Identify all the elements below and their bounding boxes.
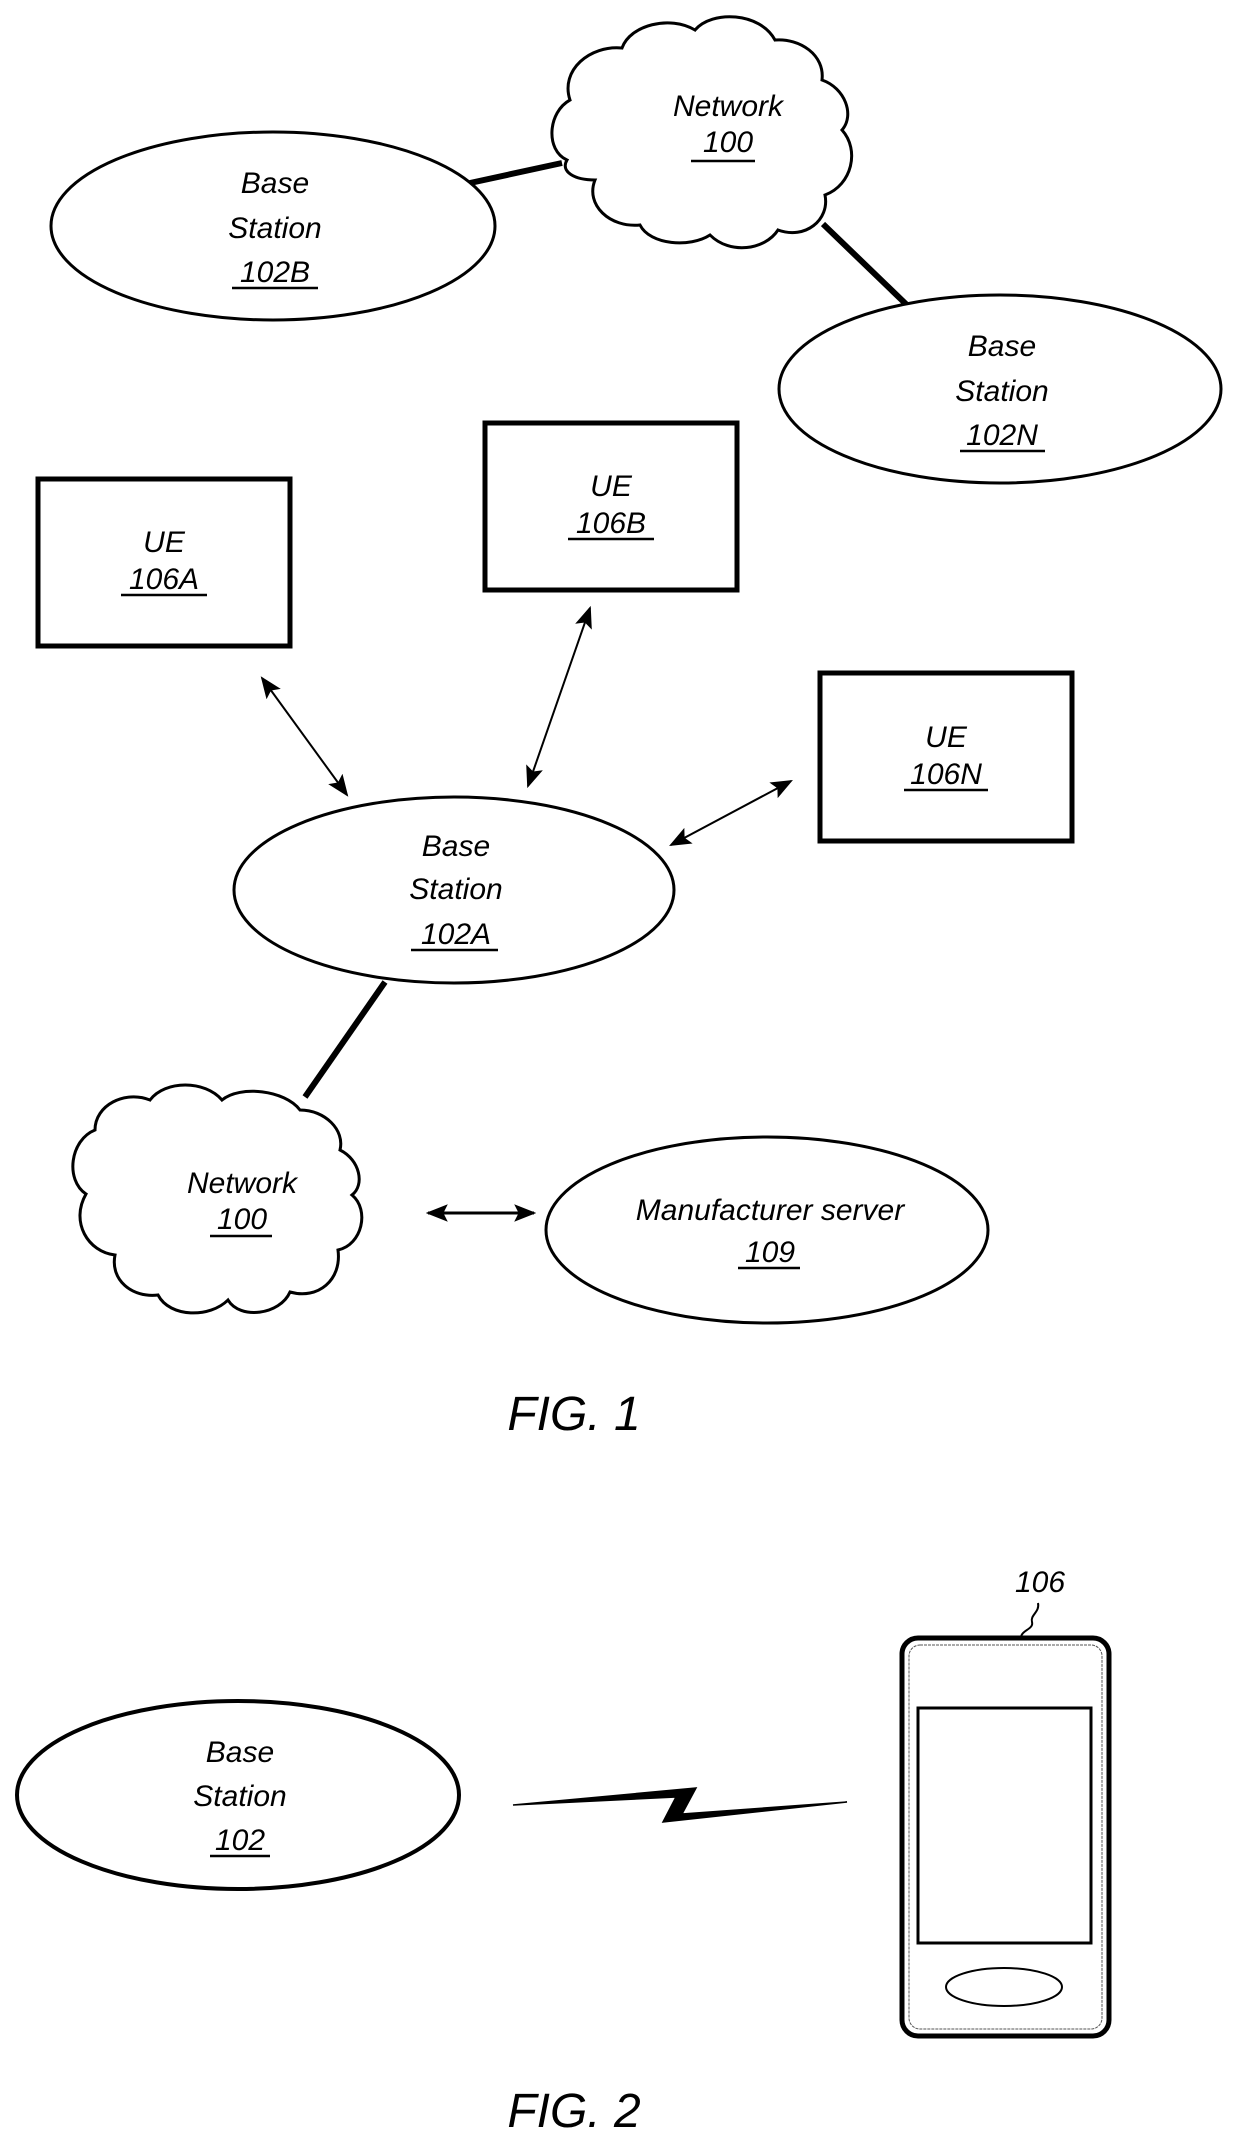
bs102n-ref: 102N (966, 419, 1038, 452)
ue106a-ref: 106A (129, 563, 199, 596)
bs102b-line1: Base (241, 167, 309, 200)
network-bottom-ref: 100 (217, 1203, 267, 1236)
network-cloud-bottom: Network 100 (71, 1083, 364, 1315)
bs102a-line2: Station (409, 873, 502, 906)
base-station-102a: Base Station 102A (232, 795, 676, 985)
bs102n-line2: Station (955, 375, 1048, 408)
device-ref: 106 (1015, 1566, 1065, 1599)
bs102-line2: Station (193, 1780, 286, 1813)
ue106b-label: UE (590, 470, 633, 503)
figure-2-caption: FIG. 2 (507, 2085, 640, 2138)
network-bottom-label: Network (187, 1167, 299, 1200)
figure-1-caption: FIG. 1 (507, 1388, 640, 1441)
cloud-icon (550, 15, 854, 250)
ue106n-ref: 106N (910, 758, 982, 791)
bs102-ref: 102 (215, 1824, 265, 1857)
leader-line (1020, 1602, 1040, 1638)
server-ref: 109 (745, 1236, 795, 1269)
server-label: Manufacturer server (636, 1194, 905, 1227)
link-bs102a-network (302, 980, 388, 1099)
home-button-icon (945, 1967, 1063, 2007)
ellipse-shape (544, 1135, 990, 1325)
bs102-line1: Base (206, 1736, 274, 1769)
patent-drawing: Network 100 Base Station 102B Base Stati… (15, 15, 1223, 2138)
wireless-link-icon (512, 1787, 848, 1823)
arrow-ue106a-bs102a (260, 676, 349, 797)
base-station-102n: Base Station 102N (777, 293, 1223, 485)
link-bs102b-network (469, 160, 563, 186)
bs102a-ref: 102A (421, 918, 491, 951)
ue106b-ref: 106B (576, 507, 646, 540)
ue-106n: UE 106N (817, 670, 1075, 844)
ue-106b: UE 106B (482, 420, 740, 593)
base-station-102b: Base Station 102B (49, 130, 497, 322)
manufacturer-server-109: Manufacturer server 109 (544, 1135, 990, 1325)
phone-screen (916, 1706, 1093, 1945)
network-top-label: Network (673, 90, 785, 123)
bs102b-line2: Station (228, 212, 321, 245)
bs102n-line1: Base (968, 330, 1036, 363)
box-shape (817, 670, 1075, 844)
bs102a-line1: Base (422, 830, 490, 863)
figure-2: Base Station 102 106 FIG. 2 (15, 1566, 1112, 2138)
base-station-102: Base Station 102 (15, 1699, 461, 1891)
link-network-bs102n (820, 221, 911, 309)
ue-device-106: 106 (899, 1566, 1112, 2039)
bs102b-ref: 102B (240, 256, 310, 289)
ue-106a: UE 106A (35, 476, 293, 649)
figure-1: Network 100 Base Station 102B Base Stati… (35, 15, 1223, 1441)
arrow-ue106b-bs102a (526, 605, 592, 789)
network-top-ref: 100 (703, 126, 753, 159)
ue106n-label: UE (925, 721, 968, 754)
ue106a-label: UE (143, 526, 186, 559)
arrow-ue106n-bs102a (669, 779, 793, 847)
network-cloud-top: Network 100 (550, 15, 854, 250)
